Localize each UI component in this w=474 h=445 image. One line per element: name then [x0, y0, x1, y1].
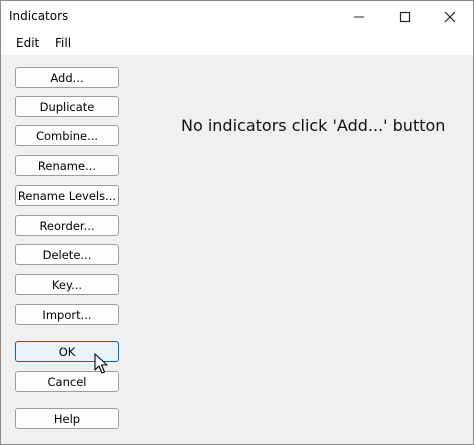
window-title: Indicators [9, 9, 69, 23]
close-icon [444, 11, 456, 22]
rename-levels-button[interactable]: Rename Levels... [15, 185, 119, 206]
minimize-icon [354, 16, 364, 17]
mouse-pointer-icon [94, 353, 108, 374]
duplicate-button[interactable]: Duplicate [15, 96, 119, 117]
menu-bar: Edit Fill [1, 32, 473, 55]
import-button[interactable]: Import... [15, 304, 119, 325]
close-button[interactable] [427, 1, 473, 32]
reorder-button[interactable]: Reorder... [15, 215, 119, 236]
indicators-window: Indicators Edit Fill Add... Duplicate Co… [0, 0, 474, 445]
maximize-icon [399, 11, 411, 22]
combine-button[interactable]: Combine... [15, 125, 119, 146]
add-button[interactable]: Add... [15, 67, 119, 88]
key-button[interactable]: Key... [15, 274, 119, 295]
maximize-button[interactable] [382, 1, 428, 32]
minimize-button[interactable] [336, 1, 382, 32]
dialog-content: Add... Duplicate Combine... Rename... Re… [1, 55, 473, 444]
help-button[interactable]: Help [15, 408, 119, 429]
menu-edit[interactable]: Edit [16, 36, 39, 50]
menu-fill[interactable]: Fill [55, 36, 71, 50]
rename-button[interactable]: Rename... [15, 155, 119, 176]
empty-state-message: No indicators click 'Add...' button [181, 116, 446, 135]
title-bar: Indicators [1, 1, 473, 32]
delete-button[interactable]: Delete... [15, 244, 119, 265]
